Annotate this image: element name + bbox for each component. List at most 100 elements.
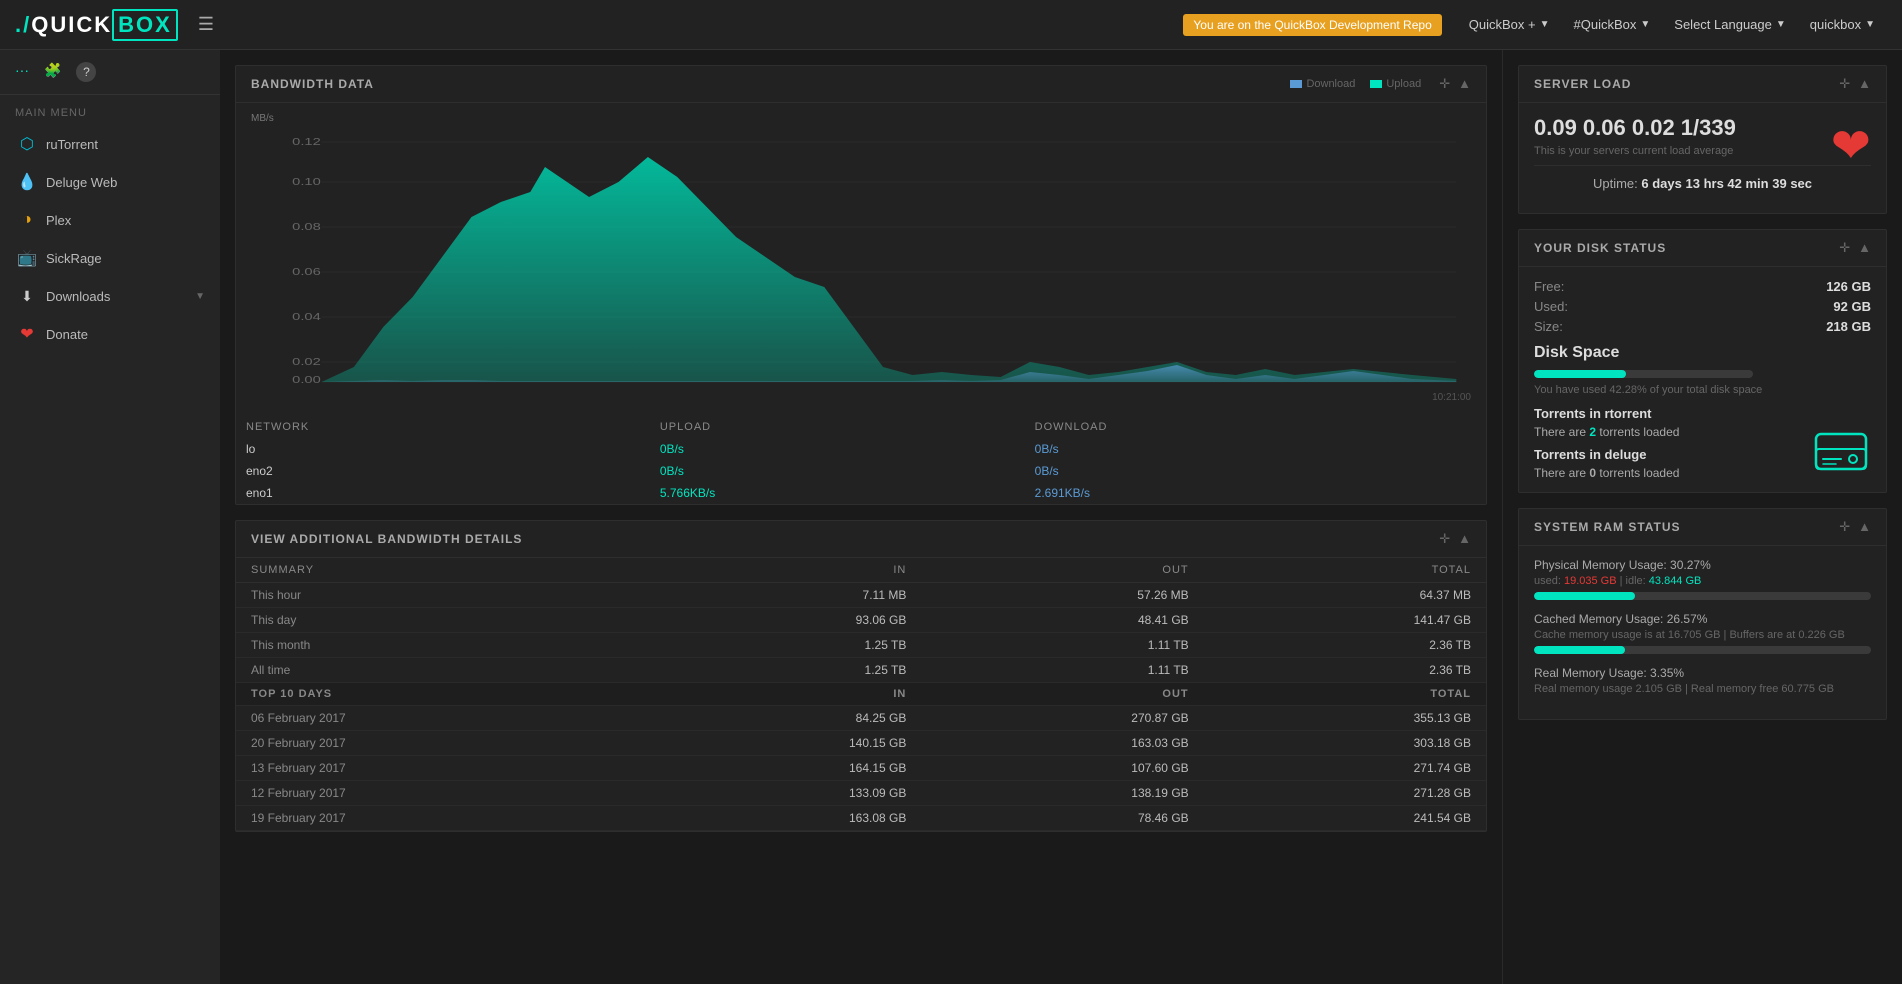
lo-upload: 0B/s: [650, 438, 1025, 460]
sidebar-item-downloads[interactable]: ⬇ Downloads ▼: [0, 277, 220, 315]
legend-upload-color: [1370, 80, 1382, 88]
date5-in: 163.08 GB: [639, 806, 921, 831]
disk-status-header: YOUR DISK STATUS ✛ ▲: [1519, 230, 1886, 267]
quickbox-plus-arrow: ▼: [1540, 19, 1550, 30]
network-table: NETWORK UPLOAD DOWNLOAD lo 0B/s 0B/s eno…: [236, 416, 1486, 504]
ram-collapse-icon[interactable]: ▲: [1858, 519, 1871, 535]
bandwidth-details-header: VIEW ADDITIONAL BANDWIDTH DETAILS ✛ ▲: [236, 521, 1486, 558]
sidebar-item-donate[interactable]: ❤ Donate: [0, 315, 220, 353]
sidebar-item-sickrage[interactable]: 📺 SickRage: [0, 239, 220, 277]
disk-usage-text: You have used 42.28% of your total disk …: [1534, 384, 1871, 396]
bandwidth-details-controls: ✛ ▲: [1439, 531, 1471, 547]
rtorrent-there-are: There are: [1534, 425, 1586, 439]
date2-total: 303.18 GB: [1204, 731, 1486, 756]
bandwidth-collapse-icon[interactable]: ▲: [1458, 76, 1471, 92]
physical-ram-label: Physical Memory Usage: 30.27%: [1534, 558, 1871, 572]
disk-status-widget: YOUR DISK STATUS ✛ ▲ Free: 126 GB Used: …: [1518, 229, 1887, 493]
select-language-label: Select Language: [1674, 17, 1772, 32]
sidebar-help-icon[interactable]: ?: [76, 62, 96, 82]
bandwidth-details-collapse-icon[interactable]: ▲: [1458, 531, 1471, 547]
download-col-header: DOWNLOAD: [1025, 416, 1486, 438]
navbar: ./QUICKBOX ☰ You are on the QuickBox Dev…: [0, 0, 1902, 50]
main-content: BANDWIDTH DATA Download Upload: [220, 50, 1502, 984]
period-this-month: This month: [236, 633, 639, 658]
donate-icon: ❤: [18, 325, 36, 343]
sidebar: ··· 🧩 ? MAIN MENU ⬡ ruTorrent 💧 Deluge W…: [0, 50, 220, 984]
dev-repo-badge: You are on the QuickBox Development Repo: [1183, 14, 1441, 36]
date-4: 12 February 2017: [236, 781, 639, 806]
disk-free-row: Free: 126 GB: [1534, 279, 1871, 294]
quickbox-plus-menu[interactable]: QuickBox + ▼: [1457, 17, 1562, 32]
sidebar-top-icons: ··· 🧩 ?: [0, 50, 220, 95]
bandwidth-add-icon[interactable]: ✛: [1439, 76, 1450, 92]
disk-progress-bg: [1534, 370, 1753, 378]
server-load-add-icon[interactable]: ✛: [1839, 76, 1850, 92]
uptime-min: 42: [1727, 176, 1741, 191]
table-row: 12 February 2017 133.09 GB 138.19 GB 271…: [236, 781, 1486, 806]
disk-progress-fill: [1534, 370, 1626, 378]
sidebar-item-rutorrent[interactable]: ⬡ ruTorrent: [0, 125, 220, 163]
uptime-sec: 39: [1772, 176, 1786, 191]
lo-download: 0B/s: [1025, 438, 1486, 460]
ram-status-header: SYSTEM RAM STATUS ✛ ▲: [1519, 509, 1886, 546]
sidebar-plex-label: Plex: [46, 213, 71, 228]
this-day-total: 141.47 GB: [1204, 608, 1486, 633]
date4-total: 271.28 GB: [1204, 781, 1486, 806]
bandwidth-details-title: VIEW ADDITIONAL BANDWIDTH DETAILS: [251, 532, 522, 546]
bandwidth-controls: Download Upload ✛ ▲: [1290, 76, 1471, 92]
disk-add-icon[interactable]: ✛: [1839, 240, 1850, 256]
nav-toggle-button[interactable]: ☰: [198, 14, 214, 35]
brand-quick: QUICK: [31, 12, 112, 38]
sidebar-section-label: MAIN MENU: [0, 95, 220, 125]
disk-size-label: Size:: [1534, 319, 1563, 334]
server-load-collapse-icon[interactable]: ▲: [1858, 76, 1871, 92]
server-load-title: SERVER LOAD: [1534, 77, 1631, 91]
uptime-row: Uptime: 6 days 13 hrs 42 min 39 sec: [1534, 165, 1871, 201]
summary-col: SUMMARY: [236, 558, 639, 583]
sidebar-dots-icon[interactable]: ···: [15, 62, 29, 82]
select-language-menu[interactable]: Select Language ▼: [1662, 17, 1798, 32]
user-menu[interactable]: quickbox ▼: [1798, 17, 1887, 32]
physical-ram-idle: 43.844 GB: [1649, 575, 1702, 587]
date5-out: 78.46 GB: [921, 806, 1203, 831]
disk-drive-icon: [1811, 424, 1871, 482]
legend-download-label: Download: [1306, 78, 1355, 90]
ram-status-widget: SYSTEM RAM STATUS ✛ ▲ Physical Memory Us…: [1518, 508, 1887, 720]
svg-text:0.06: 0.06: [292, 266, 321, 277]
cached-ram-progress-bg: [1534, 646, 1871, 654]
network-col-header: NETWORK: [236, 416, 650, 438]
bandwidth-details-add-icon[interactable]: ✛: [1439, 531, 1450, 547]
server-load-body: 0.09 0.06 0.02 1/339 This is your server…: [1519, 103, 1886, 213]
sidebar-deluge-label: Deluge Web: [46, 175, 117, 190]
plex-icon: ◑: [18, 211, 36, 229]
disk-collapse-icon[interactable]: ▲: [1858, 240, 1871, 256]
sidebar-plugin-icon[interactable]: 🧩: [44, 62, 61, 82]
sidebar-downloads-left: ⬇ Downloads: [18, 287, 110, 305]
all-time-in: 1.25 TB: [639, 658, 921, 683]
ram-status-title: SYSTEM RAM STATUS: [1534, 520, 1681, 534]
deluge-suffix: torrents loaded: [1599, 466, 1679, 480]
table-row: 13 February 2017 164.15 GB 107.60 GB 271…: [236, 756, 1486, 781]
real-ram-label: Real Memory Usage: 3.35%: [1534, 666, 1871, 680]
brand-logo: ./QUICKBOX: [15, 9, 178, 41]
date-1: 06 February 2017: [236, 706, 639, 731]
bandwidth-chart-svg: 0.12 0.10 0.08 0.06 0.04 0.02 0.00: [251, 127, 1471, 387]
all-time-total: 2.36 TB: [1204, 658, 1486, 683]
top10-out-col: OUT: [921, 683, 1203, 706]
date1-out: 270.87 GB: [921, 706, 1203, 731]
bandwidth-chart-container: MB/s 0.12 0.10 0.08 0.06 0.04 0.02 0.00: [236, 103, 1486, 392]
ram-add-icon[interactable]: ✛: [1839, 519, 1850, 535]
quickbox-plus-label: QuickBox +: [1469, 17, 1536, 32]
rtorrent-suffix: torrents loaded: [1599, 425, 1679, 439]
disk-status-controls: ✛ ▲: [1839, 240, 1871, 256]
quickbox-hash-menu[interactable]: #QuickBox ▼: [1562, 17, 1663, 32]
sidebar-item-deluge[interactable]: 💧 Deluge Web: [0, 163, 220, 201]
sidebar-item-plex[interactable]: ◑ Plex: [0, 201, 220, 239]
legend-upload-label: Upload: [1386, 78, 1421, 90]
real-ram-sub: Real memory usage 2.105 GB | Real memory…: [1534, 683, 1871, 695]
brand-box: BOX: [112, 9, 178, 41]
period-this-hour: This hour: [236, 583, 639, 608]
bandwidth-details-widget: VIEW ADDITIONAL BANDWIDTH DETAILS ✛ ▲ SU…: [235, 520, 1487, 832]
disk-size-row: Size: 218 GB: [1534, 319, 1871, 334]
cached-ram-progress-fill: [1534, 646, 1625, 654]
